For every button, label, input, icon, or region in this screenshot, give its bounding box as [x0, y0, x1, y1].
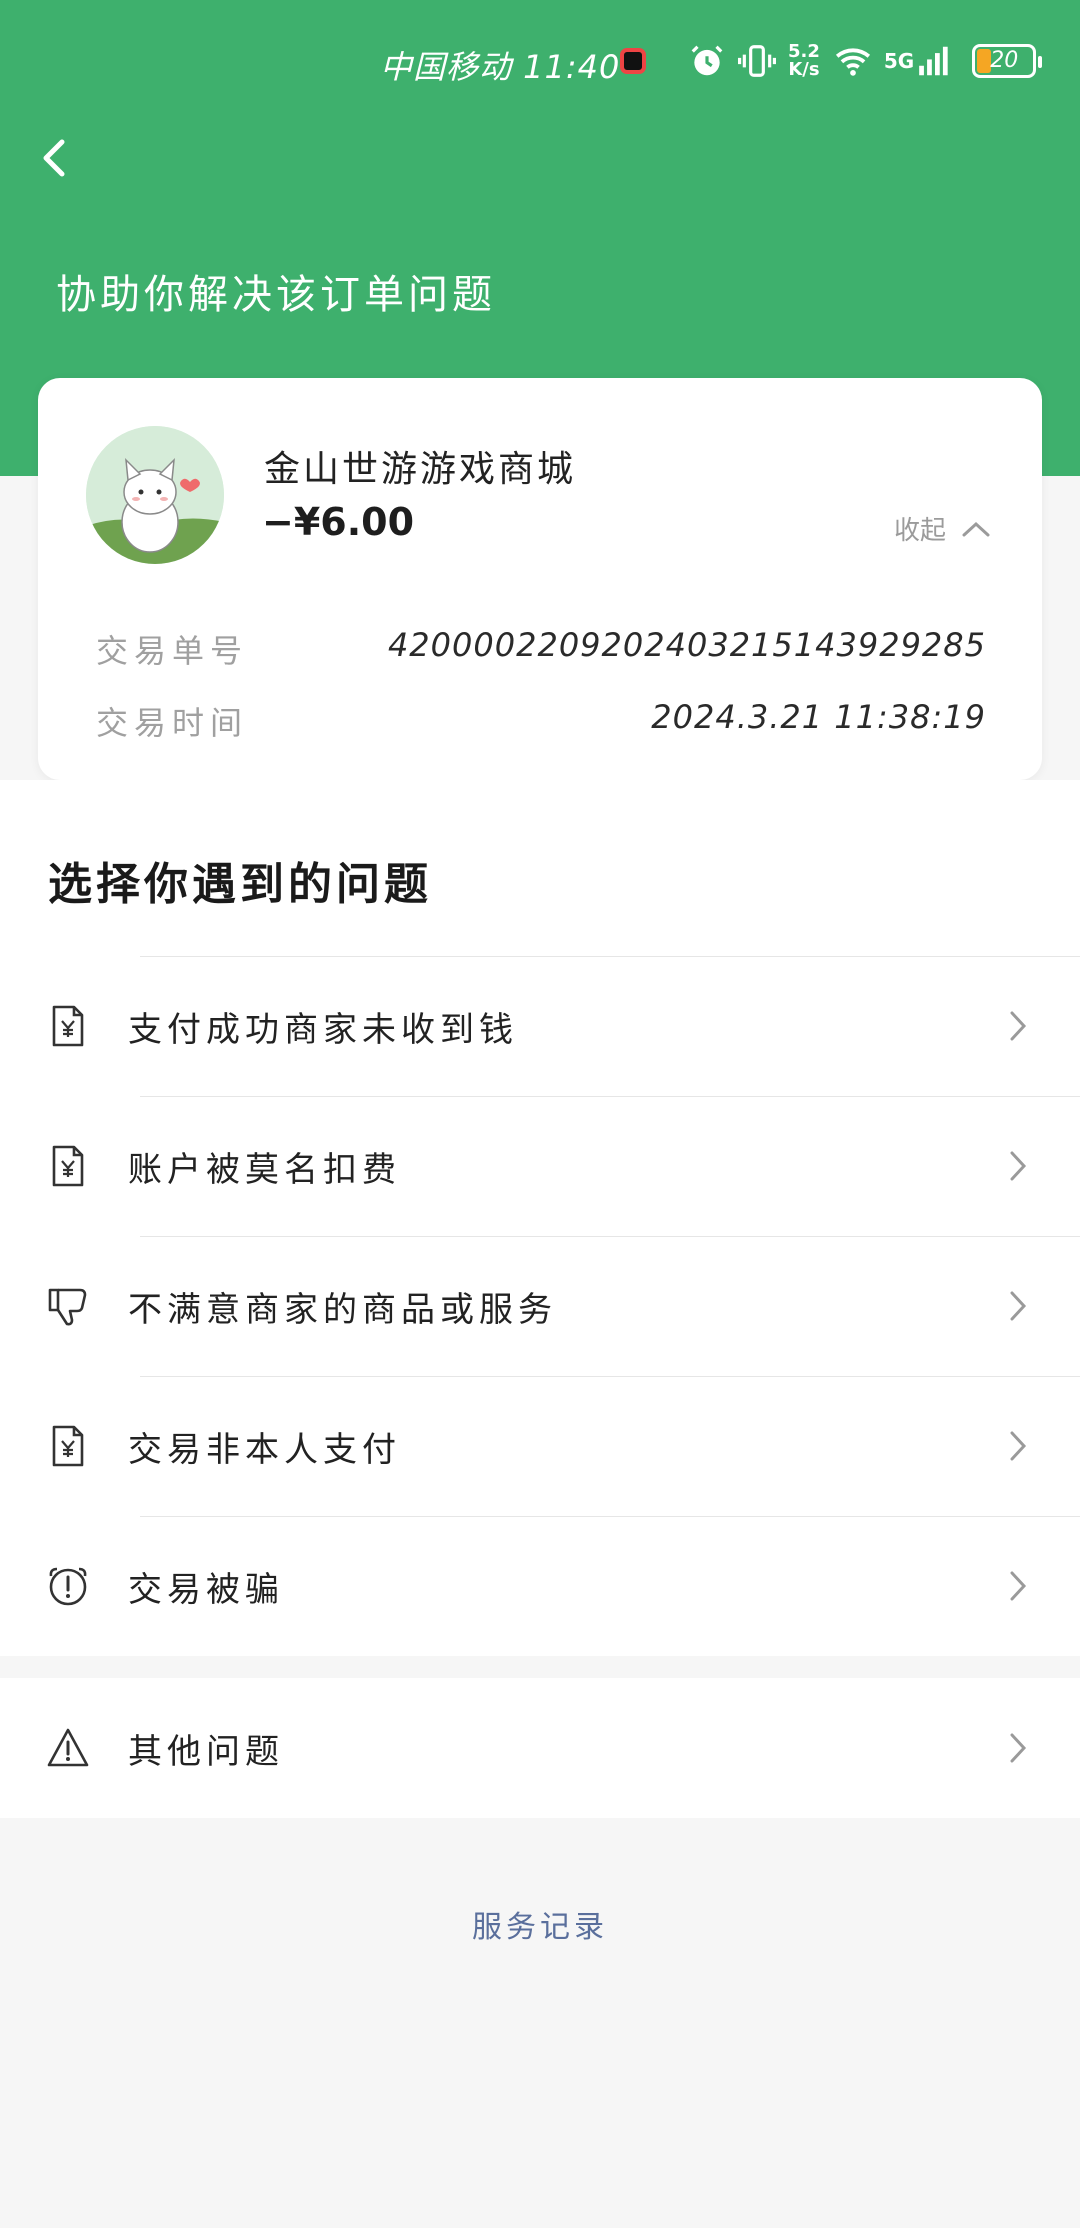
- problem-label: 其他问题: [128, 1731, 284, 1772]
- battery-level: 20: [990, 48, 1019, 73]
- wifi-icon: [835, 48, 870, 76]
- problem-item-not-self-paid[interactable]: 交易非本人支付: [0, 1376, 1080, 1516]
- problem-label: 交易被骗: [128, 1569, 284, 1610]
- problem-list: 支付成功商家未收到钱 账户被莫名扣费 不满意商家的商品或服务 交易非本人支付 交…: [0, 956, 1080, 1656]
- alarm-icon: [691, 45, 723, 76]
- chevron-right-icon: [1010, 1733, 1027, 1763]
- transaction-time-label: 交易时间: [96, 704, 249, 742]
- problem-label: 交易非本人支付: [128, 1429, 401, 1470]
- problem-item-unsatisfied[interactable]: 不满意商家的商品或服务: [0, 1236, 1080, 1376]
- collapse-toggle[interactable]: 收起: [894, 510, 992, 547]
- recording-icon: [620, 48, 646, 74]
- divider: [140, 1376, 1080, 1377]
- net-speed-unit: K/s: [788, 59, 820, 80]
- divider: [140, 1096, 1080, 1097]
- chevron-right-icon: [1010, 1291, 1027, 1321]
- merchant-name: 金山世游游戏商城: [264, 449, 577, 490]
- back-arrow-icon[interactable]: [30, 128, 80, 188]
- problem-item-scammed[interactable]: 交易被骗: [0, 1516, 1080, 1656]
- carrier-time: 中国移动 11:40: [380, 48, 621, 86]
- transaction-time-value: 2024.3.21 11:38:19: [651, 698, 986, 736]
- yuan-document-icon: [52, 1005, 84, 1047]
- problem-label: 支付成功商家未收到钱: [128, 1009, 518, 1050]
- chevron-right-icon: [1010, 1571, 1027, 1601]
- signal-icon: [919, 46, 948, 76]
- problem-label: 账户被莫名扣费: [128, 1149, 401, 1190]
- transaction-number-row: 交易单号 4200002209202403215143929285: [96, 626, 986, 672]
- chevron-right-icon: [1010, 1151, 1027, 1181]
- merchant-avatar: [86, 426, 224, 564]
- divider: [140, 1236, 1080, 1237]
- problem-label: 不满意商家的商品或服务: [128, 1289, 557, 1330]
- service-record-link[interactable]: 服务记录: [0, 1902, 1080, 1946]
- collapse-label: 收起: [893, 516, 946, 546]
- problem-item-payment-not-received[interactable]: 支付成功商家未收到钱: [0, 956, 1080, 1096]
- other-problem-section: 其他问题: [0, 1678, 1080, 1818]
- chevron-right-icon: [1010, 1431, 1027, 1461]
- warning-icon: [47, 1728, 89, 1767]
- vibrate-icon: [738, 45, 776, 77]
- chevron-up-icon: [962, 521, 990, 536]
- section-title: 选择你遇到的问题: [48, 859, 432, 910]
- divider: [140, 956, 1080, 957]
- problem-item-unexpected-charge[interactable]: 账户被莫名扣费: [0, 1096, 1080, 1236]
- page-title: 协助你解决该订单问题: [56, 272, 496, 318]
- yuan-document-icon: [52, 1145, 84, 1187]
- thumbs-down-icon: [48, 1288, 87, 1326]
- yuan-document-icon: [52, 1425, 84, 1467]
- problem-item-other[interactable]: 其他问题: [0, 1678, 1080, 1818]
- net-speed: 5.2 K/s: [788, 43, 820, 79]
- transaction-number-value: 4200002209202403215143929285: [387, 626, 986, 664]
- network-type: 5G: [883, 49, 915, 73]
- cat-avatar-image: [86, 426, 224, 564]
- transaction-time-row: 交易时间 2024.3.21 11:38:19: [96, 698, 986, 744]
- transaction-number-label: 交易单号: [96, 632, 249, 670]
- divider: [140, 1516, 1080, 1517]
- status-bar: 中国移动 11:40 5.2 K/s 5G 20: [0, 36, 1080, 92]
- status-icons: 5.2 K/s 5G 20: [620, 42, 1043, 80]
- chevron-right-icon: [1010, 1011, 1027, 1041]
- alarm-clock-icon: [49, 1567, 87, 1606]
- battery-indicator: 20: [972, 44, 1043, 78]
- order-card: 金山世游游戏商城 −¥6.00 收起 交易单号 4200002209202403…: [38, 378, 1042, 780]
- order-amount: −¥6.00: [262, 500, 415, 544]
